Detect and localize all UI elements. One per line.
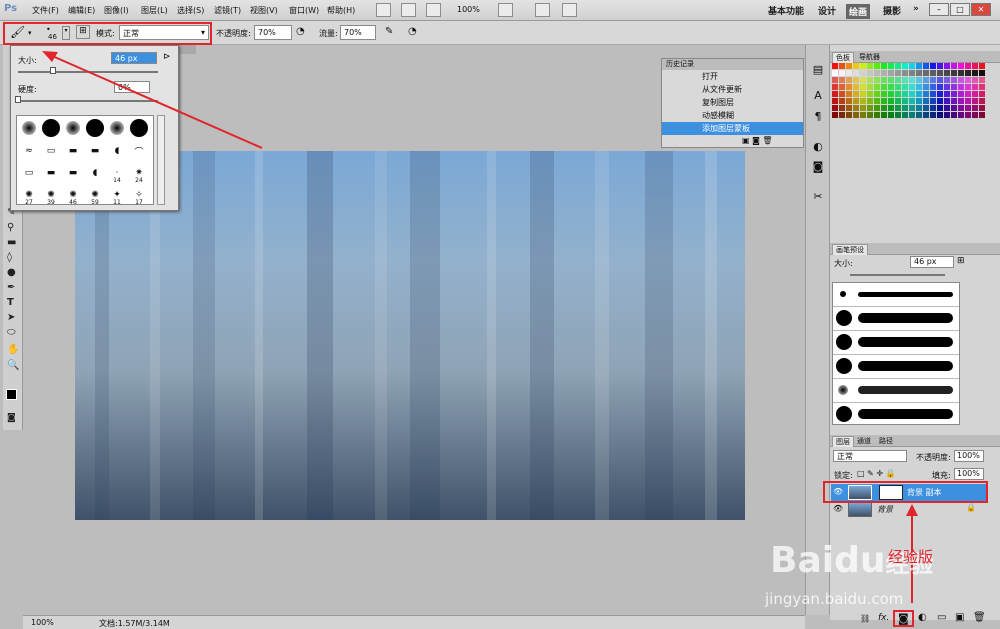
watermark-brand: Baidu bbox=[770, 540, 886, 581]
arrow-line-options bbox=[49, 54, 263, 149]
annotation-arrows bbox=[42, 51, 918, 603]
watermark-url: jingyan.baidu.com bbox=[765, 590, 904, 608]
annotation-text: 经验版 bbox=[888, 548, 934, 566]
arrow-head-layer bbox=[906, 504, 918, 516]
